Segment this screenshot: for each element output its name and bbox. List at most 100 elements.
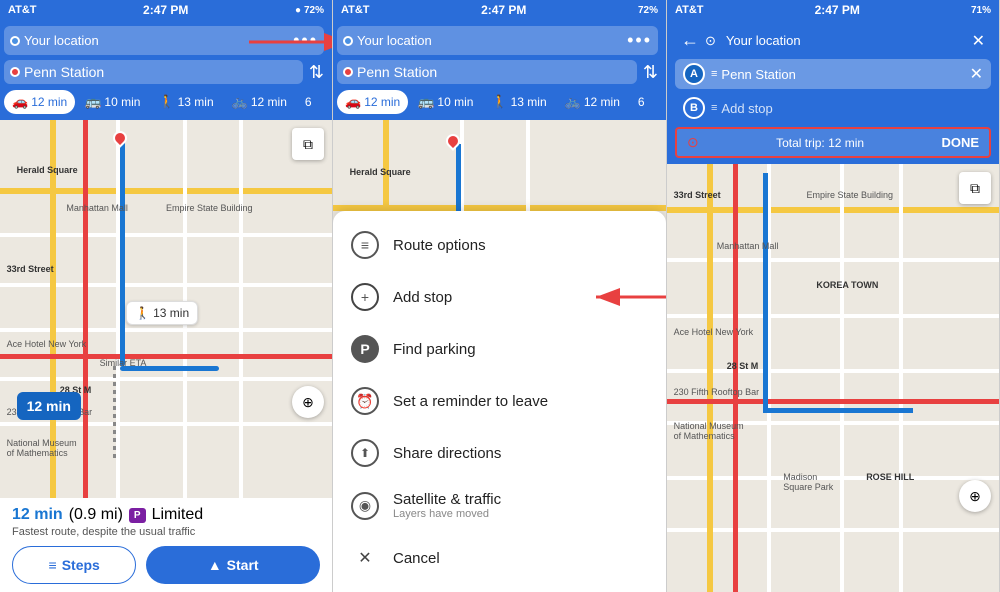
dest-text-middle[interactable]: Penn Station <box>357 64 631 80</box>
layer-btn-left[interactable]: ⧉ <box>292 128 324 160</box>
bike-icon-middle: 🚲 <box>565 94 581 110</box>
origin-row-left[interactable]: Your location ••• <box>4 26 324 55</box>
korea-town-label: KOREA TOWN <box>816 280 878 290</box>
trip-info-left: 12 min (0.9 mi) P Limited <box>12 506 320 524</box>
swap-btn-middle[interactable]: ⇅ <box>643 62 658 83</box>
dest-row-middle[interactable]: Penn Station <box>337 60 637 84</box>
tab-transit-left[interactable]: 🚌 10 min <box>77 90 148 114</box>
share-label: Share directions <box>393 445 501 462</box>
dest-text-left[interactable]: Penn Station <box>24 64 297 80</box>
28st-r-label: 28 St M <box>727 361 759 371</box>
location-btn-right[interactable]: ⊕ <box>959 480 991 512</box>
tab-walk-middle[interactable]: 🚶 13 min <box>483 90 554 114</box>
transport-tabs-middle: 🚗 12 min 🚌 10 min 🚶 13 min 🚲 12 min 6 <box>333 90 666 120</box>
satellite-wrap: Satellite & traffic Layers have moved <box>393 491 501 520</box>
steps-icon-left: ≡ <box>49 557 57 573</box>
menu-reminder[interactable]: ⏰ Set a reminder to leave <box>333 375 666 427</box>
close-btn-right[interactable]: ✕ <box>972 31 985 51</box>
transit-label-middle: 10 min <box>437 95 473 109</box>
layer-btn-right[interactable]: ⧉ <box>959 172 991 204</box>
dest-row-left[interactable]: Penn Station <box>4 60 303 84</box>
walk-icon-middle: 🚶 <box>491 94 507 110</box>
carrier-left: AT&T <box>8 4 37 16</box>
dest-dot-left <box>10 67 20 77</box>
street-v4 <box>239 120 243 498</box>
time-badge-left: 12 min <box>17 392 81 420</box>
empire-label: Empire State Building <box>166 203 253 213</box>
tab-bike-left[interactable]: 🚲 12 min <box>224 90 295 114</box>
menu-cancel[interactable]: ✕ Cancel <box>333 532 666 584</box>
trip-dist-left: (0.9 mi) <box>69 506 123 524</box>
more-btn-middle[interactable]: ••• <box>627 30 652 51</box>
done-btn[interactable]: DONE <box>941 135 979 150</box>
origin-row-middle[interactable]: Your location ••• <box>337 26 658 55</box>
reminder-icon: ⏰ <box>351 387 379 415</box>
stop-b-row[interactable]: B ≡ Add stop <box>675 93 991 123</box>
stop-b-hamburger-icon: ≡ <box>711 102 717 114</box>
start-pin <box>113 131 127 145</box>
transit-icon-middle: 🚌 <box>418 94 434 110</box>
time-badge-text: 12 min <box>27 398 71 414</box>
steps-label-left: Steps <box>62 557 100 573</box>
bike-icon-left: 🚲 <box>232 94 248 110</box>
stop-a-close-icon[interactable]: ✕ <box>970 64 983 84</box>
menu-share[interactable]: ⬆ Share directions <box>333 427 666 479</box>
battery-middle: 72% <box>638 5 658 16</box>
start-icon-left: ▲ <box>208 557 222 573</box>
location-dot-icon: ⊙ <box>705 33 716 49</box>
route-r-v <box>763 173 768 408</box>
tab-walk-left[interactable]: 🚶 13 min <box>150 90 221 114</box>
menu-find-parking[interactable]: P Find parking <box>333 323 666 375</box>
transport-tabs-left: 🚗 12 min 🚌 10 min 🚶 13 min 🚲 12 min 6 <box>0 90 332 120</box>
map-middle: Herald Square Manhattan Mall Empire Stat… <box>333 120 666 592</box>
tab-transit-middle[interactable]: 🚌 10 min <box>410 90 481 114</box>
cancel-label: Cancel <box>393 550 440 567</box>
bike-label-left: 12 min <box>251 95 287 109</box>
satellite-sub: Layers have moved <box>393 508 501 520</box>
origin-text-right: Your location <box>726 33 966 48</box>
location-btn-left[interactable]: ⊕ <box>292 386 324 418</box>
location-icon-right: ⊕ <box>969 488 981 505</box>
st-r-v4 <box>899 164 903 592</box>
tab-drive-middle[interactable]: 🚗 12 min <box>337 90 408 114</box>
walk-label-left: 13 min <box>178 95 214 109</box>
map-bg-right: 33rd Street Empire State Building Manhat… <box>667 164 999 592</box>
menu-overlay: ≡ Route options + Add stop <box>333 211 666 592</box>
pin-middle <box>446 134 460 148</box>
swap-btn-left[interactable]: ⇅ <box>309 62 324 83</box>
status-bar-middle: AT&T 2:47 PM 72% <box>333 0 666 20</box>
ace-hotel-label: Ace Hotel New York <box>7 339 87 349</box>
menu-route-options[interactable]: ≡ Route options <box>333 219 666 271</box>
red-arrow-annotation-left <box>244 28 333 56</box>
route-r-h <box>763 408 912 413</box>
tab-drive-left[interactable]: 🚗 12 min <box>4 90 75 114</box>
add-stop-arrow <box>591 283 666 311</box>
header-left: Your location ••• Penn Station ⇅ <box>0 20 332 90</box>
tab-bike-middle[interactable]: 🚲 12 min <box>557 90 628 114</box>
st-r-v3 <box>840 164 844 592</box>
33rd-r-label: 33rd Street <box>674 190 721 200</box>
trip-time-left: 12 min <box>12 506 63 524</box>
parking-badge-left: P <box>129 508 146 523</box>
steps-button-left[interactable]: ≡ Steps <box>12 546 136 584</box>
start-button-left[interactable]: ▲ Start <box>146 546 320 584</box>
stop-a-hamburger-icon: ≡ <box>711 68 717 80</box>
menu-satellite[interactable]: ◉ Satellite & traffic Layers have moved <box>333 479 666 532</box>
route-options-wrap: Route options <box>393 237 486 254</box>
tab-more-middle[interactable]: 6 <box>630 90 653 114</box>
stop-a-row[interactable]: A ≡ Penn Station ✕ <box>675 59 991 89</box>
st-r-h1 <box>667 207 999 213</box>
route-line-v <box>120 139 125 366</box>
more-label-middle: 6 <box>638 95 645 109</box>
back-btn-right[interactable]: ← <box>681 30 699 51</box>
street-red-v <box>83 120 88 498</box>
madison-r-label: MadisonSquare Park <box>783 472 833 492</box>
tab-more-left[interactable]: 6 <box>297 90 320 114</box>
menu-add-stop[interactable]: + Add stop <box>333 271 666 323</box>
street-red-h <box>0 354 332 359</box>
drive-label-left: 12 min <box>31 95 67 109</box>
parking-text-left: Limited <box>152 506 204 524</box>
time-left: 2:47 PM <box>143 3 188 17</box>
origin-text-middle[interactable]: Your location <box>357 33 623 48</box>
route-options-icon: ≡ <box>351 231 379 259</box>
